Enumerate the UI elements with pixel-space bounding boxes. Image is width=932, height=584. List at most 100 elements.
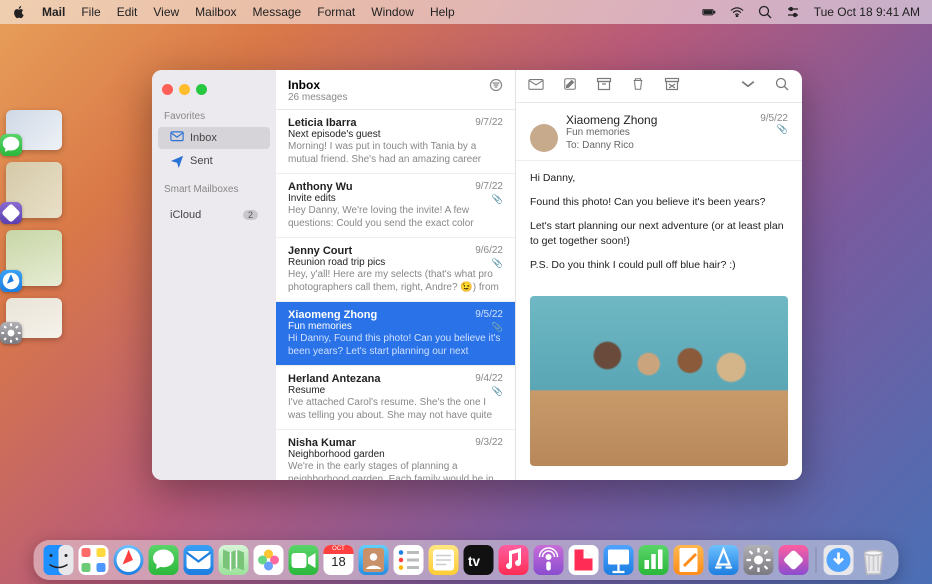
inbox-icon [170,131,184,145]
msg-subject: Neighborhood garden [288,449,385,460]
menu-format[interactable]: Format [317,5,355,19]
dock-notes[interactable] [429,545,459,575]
message-row[interactable]: Nisha Kumar 9/3/22 Neighborhood gardenWe'r… [276,430,515,480]
wifi-icon[interactable] [730,5,744,19]
stage-thumb-safari[interactable] [6,230,62,286]
delete-icon[interactable] [630,77,646,96]
msg-from: Xiaomeng Zhong [288,309,377,321]
filter-icon[interactable] [489,78,503,97]
apple-menu[interactable] [12,5,26,19]
reader-to: Danny Rico [582,140,634,151]
menu-message[interactable]: Message [253,5,302,19]
dock-numbers[interactable] [639,545,669,575]
sidebar-heading-favorites: Favorites [152,107,276,126]
menu-app-name[interactable]: Mail [42,5,65,19]
dock-trash[interactable] [859,545,889,575]
calendar-month: OCT [324,545,354,554]
menu-help[interactable]: Help [430,5,455,19]
reader-date: 9/5/22 [760,113,788,124]
dock-calendar[interactable]: OCT 18 [324,545,354,575]
menu-file[interactable]: File [81,5,100,19]
dock-pages[interactable] [674,545,704,575]
dock-downloads[interactable] [824,545,854,575]
body-line: P.S. Do you think I could pull off blue … [530,258,788,274]
msg-preview: We're in the early stages of planning a … [288,461,503,480]
sidebar-item-inbox[interactable]: Inbox [158,127,270,149]
stage-thumb-shortcuts[interactable] [6,162,62,218]
body-line: Let's start planning our next adventure … [530,219,788,251]
msg-preview: Hey Danny, We're loving the invite! A fe… [288,205,503,229]
more-icon[interactable] [740,77,756,96]
sidebar-item-icloud[interactable]: iCloud 2 [158,205,270,225]
dock-keynote[interactable] [604,545,634,575]
compose-icon[interactable] [562,77,578,96]
menu-bar: Mail File Edit View Mailbox Message Form… [0,0,932,24]
stage-thumb-messages[interactable] [6,110,62,150]
archive-icon[interactable] [596,77,612,96]
msg-from: Anthony Wu [288,181,353,193]
dock-news[interactable] [569,545,599,575]
reader-from: Xiaomeng Zhong [530,113,788,127]
msg-subject: Fun memories [288,321,352,332]
reader-toolbar [516,70,802,103]
msg-date: 9/7/22 [475,117,503,129]
msg-date: 9/7/22 [475,181,503,193]
reply-icon[interactable] [528,77,544,96]
attachment-icon: 📎 [492,386,503,397]
msg-subject: Next episode's guest [288,129,381,140]
msg-from: Herland Antezana [288,373,381,385]
battery-icon[interactable] [702,5,716,19]
attached-photo[interactable] [530,296,788,466]
dock-music[interactable] [499,545,529,575]
dock-photos[interactable] [254,545,284,575]
dock-finder[interactable] [44,545,74,575]
dock-settings[interactable] [744,545,774,575]
dock-podcasts[interactable] [534,545,564,575]
menu-window[interactable]: Window [371,5,414,19]
control-center-icon[interactable] [786,5,800,19]
menu-mailbox[interactable]: Mailbox [195,5,236,19]
dock-maps[interactable] [219,545,249,575]
dock-mail[interactable] [184,545,214,575]
msg-from: Nisha Kumar [288,437,356,449]
body-line: Found this photo! Can you believe it's b… [530,195,788,211]
dock-appstore[interactable] [709,545,739,575]
reader-body: Hi Danny, Found this photo! Can you beli… [516,161,802,292]
sidebar-heading-smart: Smart Mailboxes [152,180,276,199]
dock-contacts[interactable] [359,545,389,575]
dock-shortcuts[interactable] [779,545,809,575]
dock-facetime[interactable] [289,545,319,575]
spotlight-icon[interactable] [758,5,772,19]
sidebar-item-sent[interactable]: Sent [158,150,270,172]
dock-messages[interactable] [149,545,179,575]
menu-clock[interactable]: Tue Oct 18 9:41 AM [814,5,920,19]
sidebar-inbox-label: Inbox [190,132,217,144]
dock-tv[interactable]: tv [464,545,494,575]
safari-icon [0,270,22,292]
msg-date: 9/6/22 [475,245,503,257]
message-row[interactable]: Anthony Wu9/7/22Invite edits📎Hey Danny, … [276,174,515,238]
dock-safari[interactable] [114,545,144,575]
message-row[interactable]: Xiaomeng Zhong9/5/22Fun memories📎Hi Dann… [276,302,515,366]
close-button[interactable] [162,84,173,95]
message-list[interactable]: Leticia Ibarra 9/7/22 Next episode's guest… [276,110,515,480]
message-row[interactable]: Jenny Court9/6/22Reunion road trip pics📎… [276,238,515,302]
dock-launchpad[interactable] [79,545,109,575]
sent-icon [170,154,184,168]
search-icon[interactable] [774,77,790,96]
dock-reminders[interactable] [394,545,424,575]
message-row[interactable]: Leticia Ibarra 9/7/22 Next episode's guest… [276,110,515,174]
message-list-pane: Inbox 26 messages Leticia Ibarra9/7/22Ne… [276,70,516,480]
zoom-button[interactable] [196,84,207,95]
msg-date: 9/3/22 [475,437,503,449]
svg-text:tv: tv [468,554,480,569]
menu-view[interactable]: View [153,5,179,19]
menu-edit[interactable]: Edit [117,5,138,19]
attachment-icon: 📎 [492,322,503,333]
junk-icon[interactable] [664,77,680,96]
message-row[interactable]: Herland Antezana9/4/22Resume📎I've attach… [276,366,515,430]
minimize-button[interactable] [179,84,190,95]
msg-subject: Reunion road trip pics [288,257,385,268]
msg-from: Leticia Ibarra [288,117,356,129]
stage-thumb-settings[interactable] [6,298,62,338]
